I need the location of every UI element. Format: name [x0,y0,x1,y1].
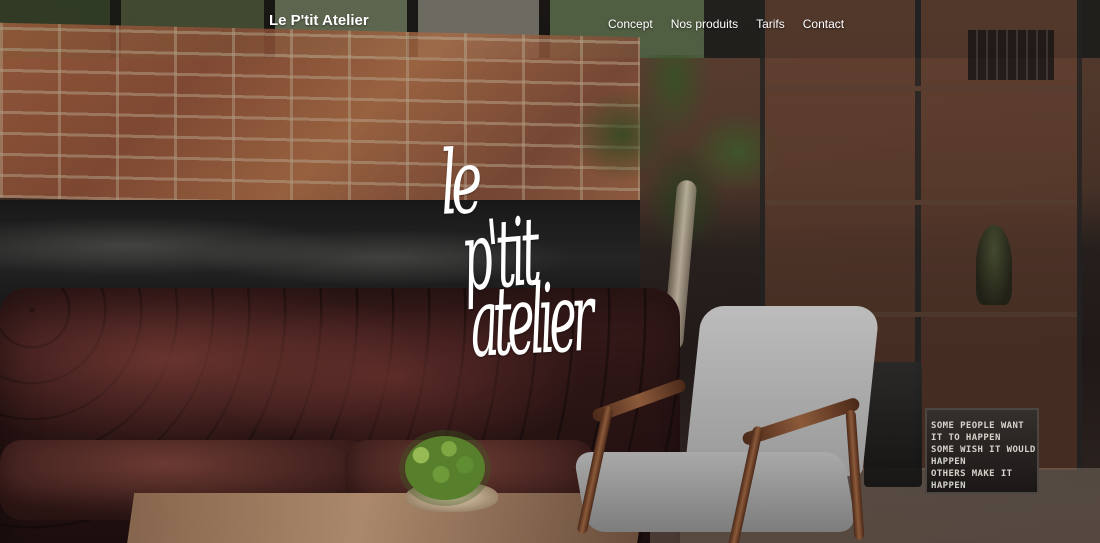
books-image [968,30,1054,80]
quote-box-text: SOME PEOPLE WANT IT TO HAPPEN SOME WISH … [931,420,1036,492]
small-tree-image [976,225,1012,305]
nav-tarifs[interactable]: Tarifs [756,17,785,31]
nav-contact[interactable]: Contact [803,17,844,31]
quote-line-2: SOME WISH IT WOULD HAPPEN [931,445,1036,467]
le-ptit-atelier-logo: le p'tit atelier [432,130,667,395]
quote-line-3: OTHERS MAKE IT HAPPEN [931,469,1013,491]
nav-nos-produits[interactable]: Nos produits [671,17,738,31]
nav-concept[interactable]: Concept [608,17,653,31]
site-brand-link[interactable]: Le P'tit Atelier [269,12,369,29]
suitcase-image [864,362,922,487]
small-plant-image [405,436,485,500]
logo-atelier-text: atelier [467,262,592,380]
coffee-table-image [125,493,645,543]
main-navigation: Concept Nos produits Tarifs Contact [608,17,844,31]
armchair-seat-image [572,452,858,532]
quote-line-1: SOME PEOPLE WANT IT TO HAPPEN [931,421,1025,443]
hero-background: SOME PEOPLE WANT IT TO HAPPEN SOME WISH … [0,0,1100,543]
